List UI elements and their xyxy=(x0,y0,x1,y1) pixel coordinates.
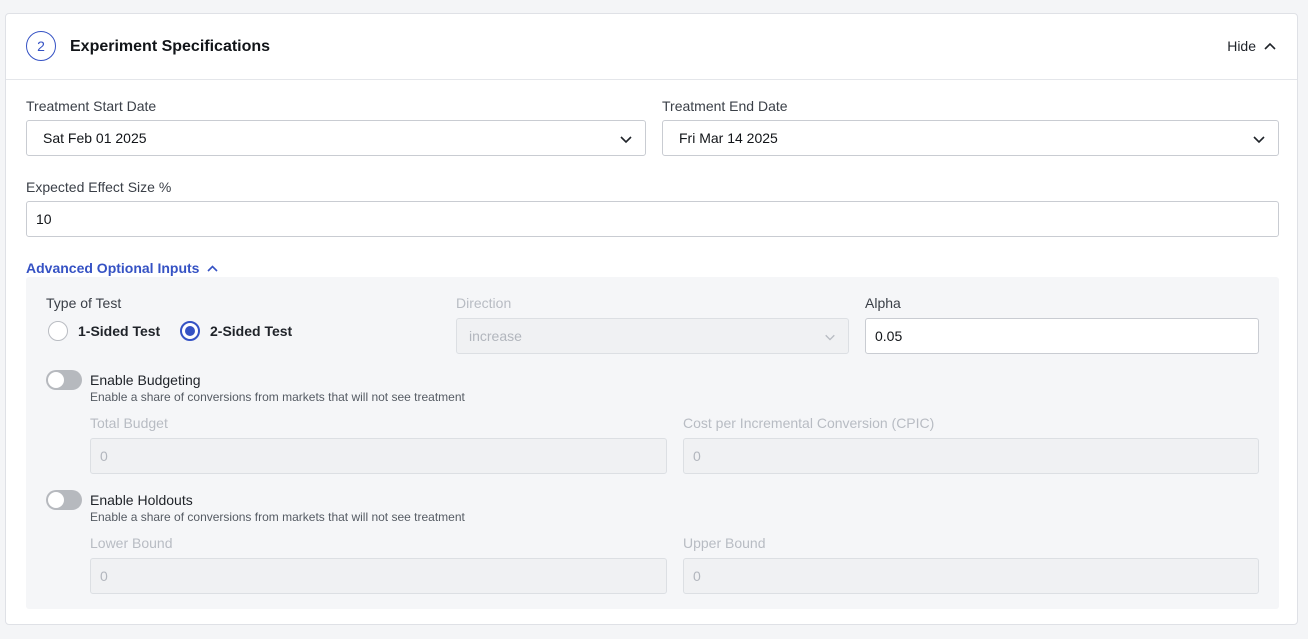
treatment-start-label: Treatment Start Date xyxy=(26,98,157,114)
radio-button-1-sided[interactable] xyxy=(48,321,68,341)
experiment-specifications-card: 2 Experiment Specifications Hide Treatme… xyxy=(5,13,1298,625)
treatment-end-label: Treatment End Date xyxy=(662,98,788,114)
chevron-up-icon xyxy=(207,264,219,272)
effect-size-label: Expected Effect Size % xyxy=(26,179,172,195)
enable-holdouts-toggle[interactable] xyxy=(46,490,82,510)
type-of-test-label: Type of Test xyxy=(46,295,122,311)
total-budget-label: Total Budget xyxy=(90,415,168,431)
advanced-optional-inputs-toggle[interactable]: Advanced Optional Inputs xyxy=(26,260,219,276)
alpha-value: 0.05 xyxy=(875,328,903,344)
treatment-start-value: Sat Feb 01 2025 xyxy=(43,130,147,146)
cpic-value: 0 xyxy=(693,448,701,464)
effect-size-input[interactable]: 10 xyxy=(26,201,1279,237)
lower-bound-value: 0 xyxy=(100,568,108,584)
cpic-label: Cost per Incremental Conversion (CPIC) xyxy=(683,415,935,431)
upper-bound-label: Upper Bound xyxy=(683,535,766,551)
effect-size-value: 10 xyxy=(36,211,52,227)
alpha-input[interactable]: 0.05 xyxy=(865,318,1259,354)
chevron-down-icon xyxy=(825,334,835,341)
enable-budgeting-title: Enable Budgeting xyxy=(90,372,201,388)
radio-2-sided-test[interactable]: 2-Sided Test xyxy=(180,321,292,341)
advanced-optional-inputs-label: Advanced Optional Inputs xyxy=(26,260,200,276)
radio-2-sided-label: 2-Sided Test xyxy=(210,323,293,339)
card-title: Experiment Specifications xyxy=(70,38,271,55)
alpha-label: Alpha xyxy=(865,295,901,311)
upper-bound-value: 0 xyxy=(693,568,701,584)
enable-budgeting-description: Enable a share of conversions from marke… xyxy=(90,390,465,404)
treatment-start-select[interactable]: Sat Feb 01 2025 xyxy=(26,120,646,156)
chevron-down-icon xyxy=(620,136,632,144)
enable-holdouts-description: Enable a share of conversions from marke… xyxy=(90,510,465,524)
advanced-optional-inputs-panel: Type of Test 1-Sided Test 2-Sided Test D… xyxy=(26,277,1279,609)
chevron-down-icon xyxy=(1253,136,1265,144)
upper-bound-input: 0 xyxy=(683,558,1259,594)
step-number-badge: 2 xyxy=(26,31,56,61)
direction-select: increase xyxy=(456,318,849,354)
enable-holdouts-title: Enable Holdouts xyxy=(90,492,193,508)
cpic-input: 0 xyxy=(683,438,1259,474)
radio-button-2-sided[interactable] xyxy=(180,321,200,341)
enable-budgeting-toggle[interactable] xyxy=(46,370,82,390)
lower-bound-label: Lower Bound xyxy=(90,535,173,551)
hide-label: Hide xyxy=(1227,38,1256,54)
total-budget-input: 0 xyxy=(90,438,667,474)
radio-1-sided-label: 1-Sided Test xyxy=(78,323,161,339)
direction-label: Direction xyxy=(456,295,512,311)
card-header: 2 Experiment Specifications Hide xyxy=(6,14,1297,80)
chevron-up-icon xyxy=(1264,42,1276,50)
total-budget-value: 0 xyxy=(100,448,108,464)
direction-value: increase xyxy=(469,328,522,344)
treatment-end-select[interactable]: Fri Mar 14 2025 xyxy=(662,120,1279,156)
hide-toggle-button[interactable]: Hide xyxy=(1227,38,1276,54)
lower-bound-input: 0 xyxy=(90,558,667,594)
treatment-end-value: Fri Mar 14 2025 xyxy=(679,130,778,146)
radio-1-sided-test[interactable]: 1-Sided Test xyxy=(48,321,160,341)
